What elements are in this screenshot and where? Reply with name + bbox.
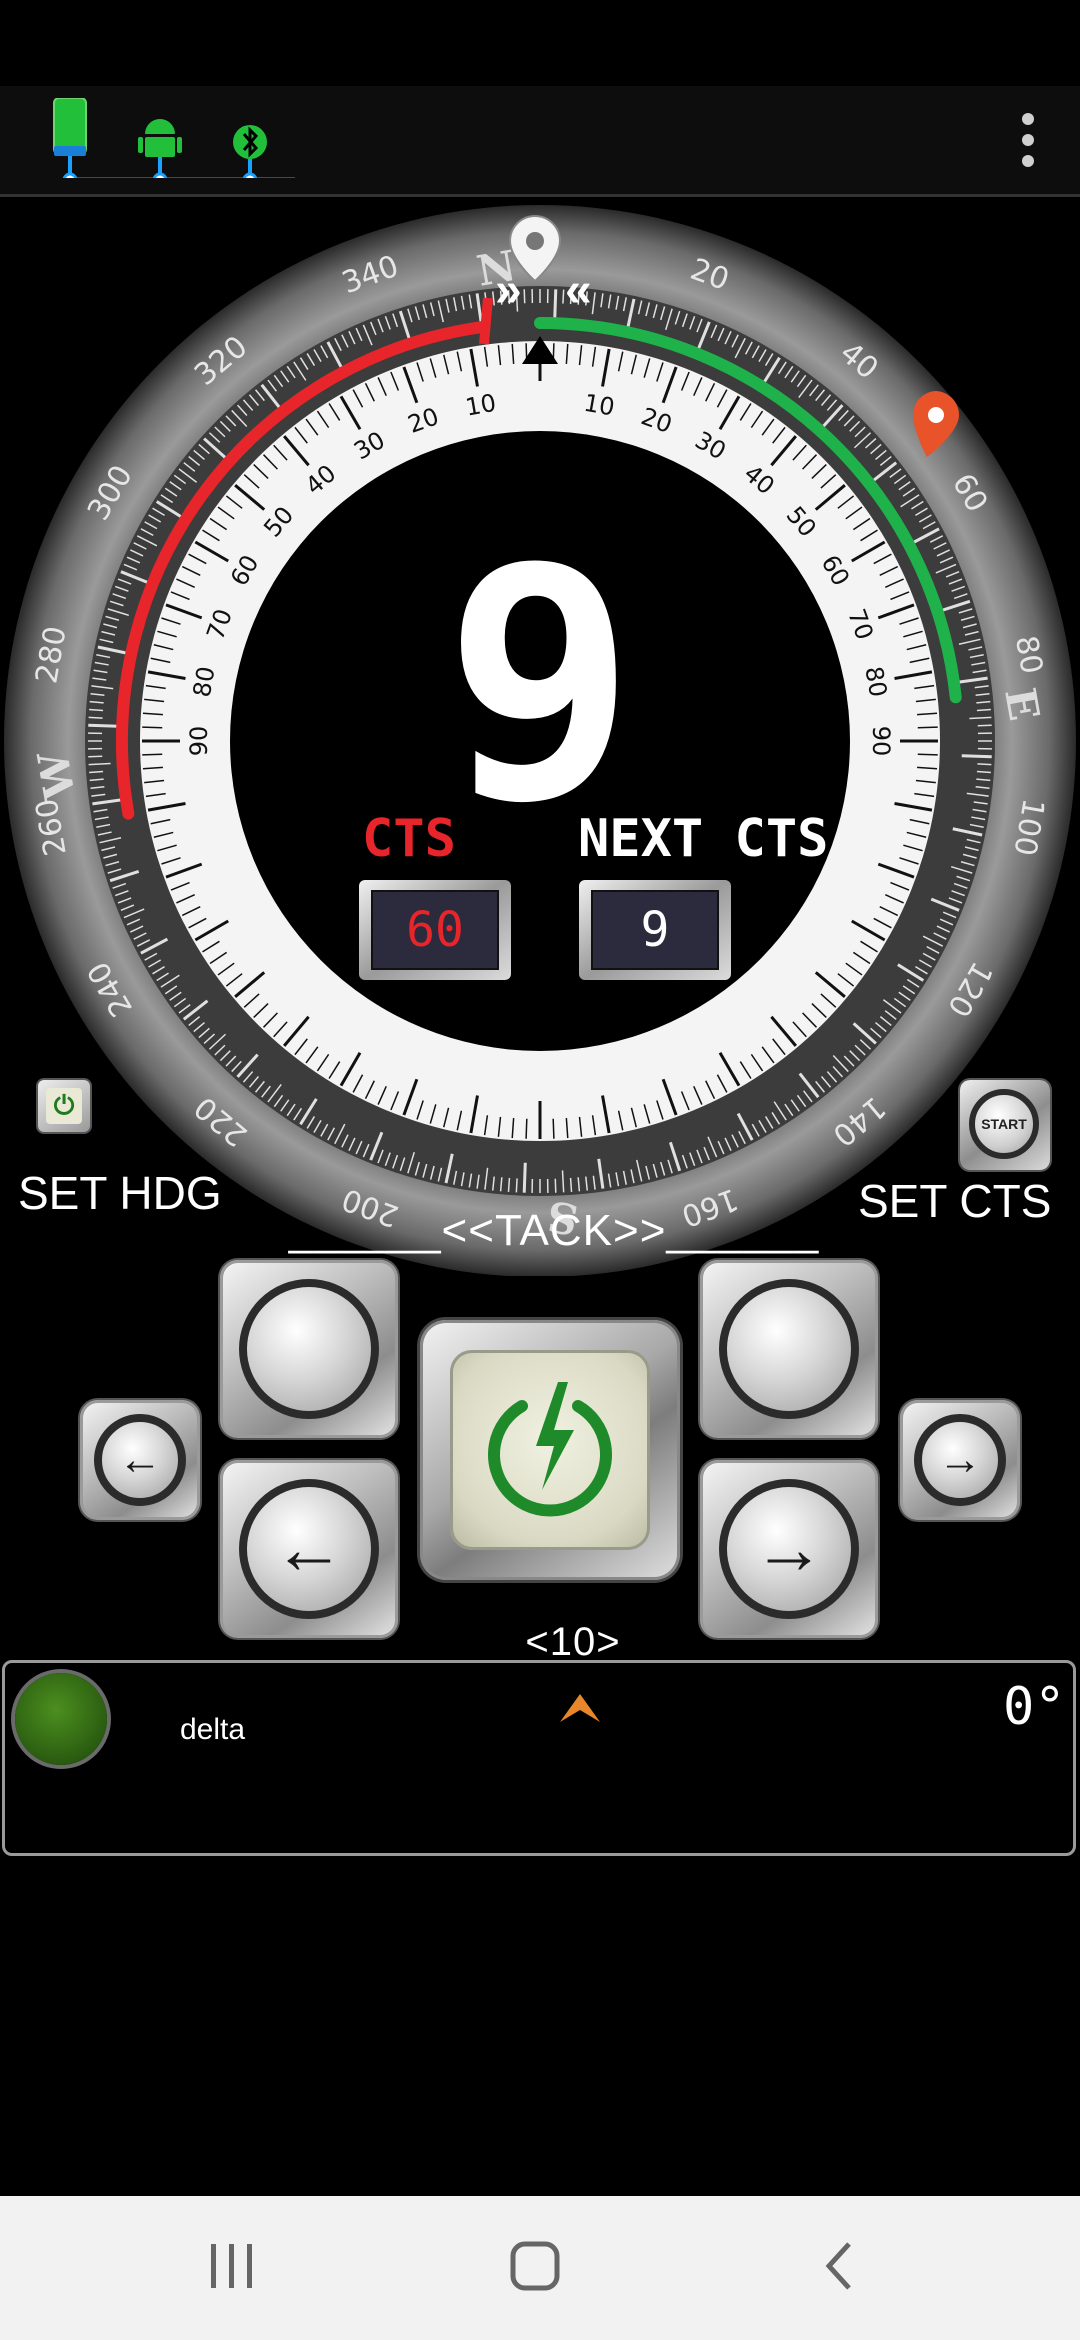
bluetooth-icon (233, 125, 267, 178)
outer-tick (976, 770, 991, 774)
cts-marker (479, 297, 493, 345)
power-button[interactable] (420, 1320, 680, 1580)
app-toolbar (0, 86, 1080, 197)
next-cts-value: 9 (591, 890, 719, 970)
inner-scale-label: 80 (188, 664, 221, 699)
arrow-left-icon: ← (273, 1509, 345, 1589)
inner-tick (552, 1118, 555, 1139)
outer-scale-label: 80 (1008, 633, 1049, 677)
outer-tick (569, 1177, 573, 1192)
cardinal-w: W (28, 747, 85, 804)
inner-tick (142, 726, 163, 729)
next-cts-label: NEXT CTS (578, 809, 828, 869)
port-1-button[interactable]: ← (80, 1400, 200, 1520)
phone-icon (53, 98, 87, 178)
start-label: START (969, 1089, 1039, 1159)
power-small-icon: ⏻ (46, 1088, 82, 1124)
inner-scale-label: 90 (185, 726, 213, 757)
recents-icon[interactable] (205, 2236, 261, 2296)
outer-tick (89, 770, 104, 774)
degree-value: 0° (1003, 1677, 1066, 1737)
step-label: _______<10>_______ (362, 1620, 784, 1664)
delta-label: delta (180, 1713, 246, 1746)
power-bolt-icon (488, 1382, 612, 1517)
cts-value-box: 60 (359, 880, 511, 980)
compass-dial: 2040608010012014016020022024026028030032… (4, 205, 1076, 1276)
home-icon[interactable] (505, 2236, 565, 2296)
next-cts-value-box: 9 (579, 880, 731, 980)
cts-value: 60 (371, 890, 499, 970)
port-10-button[interactable]: ← (220, 1460, 398, 1638)
outer-tick (976, 708, 991, 712)
port-tack-button[interactable] (220, 1260, 398, 1438)
start-button[interactable]: START (960, 1080, 1050, 1170)
outer-tick (89, 708, 104, 712)
outer-tick (553, 289, 558, 320)
outer-tick (522, 1162, 527, 1193)
chevron-up-icon (560, 1694, 600, 1722)
cts-label: CTS (362, 809, 456, 869)
inner-scale-label: 10 (582, 389, 617, 422)
inner-scale-label: 90 (867, 726, 895, 757)
system-nav-bar (0, 2196, 1080, 2340)
outer-tick (961, 754, 992, 759)
inner-tick (142, 753, 163, 756)
outer-tick (88, 716, 103, 719)
back-icon[interactable] (815, 2236, 865, 2296)
starboard-1-button[interactable]: → (900, 1400, 1020, 1520)
outer-tick (507, 1177, 511, 1192)
inner-tick (917, 726, 938, 729)
arrow-right-small-icon: → (938, 1435, 982, 1484)
tack-label: ______<<TACK>>______ (288, 1206, 820, 1255)
arrow-left-small-icon: ← (118, 1435, 162, 1484)
info-panel: delta 0° (2, 1660, 1076, 1856)
outer-tick (562, 289, 565, 304)
chevron-left-icon: « (565, 264, 592, 317)
inner-scale-label: 80 (859, 664, 892, 699)
arrow-right-icon: → (753, 1509, 825, 1589)
connection-status-icons (53, 98, 295, 178)
outer-tick (515, 1178, 518, 1193)
inner-tick (917, 753, 938, 756)
android-icon (138, 119, 182, 178)
starboard-tack-button[interactable] (700, 1260, 878, 1438)
inner-scale-label: 10 (463, 389, 498, 422)
starboard-10-button[interactable]: → (700, 1460, 878, 1638)
outer-tick (977, 763, 992, 766)
outer-tick (88, 723, 119, 728)
set-hdg-button[interactable]: ⏻ (38, 1080, 90, 1132)
more-vertical-icon[interactable] (1010, 104, 1046, 176)
chevron-right-icon: » (495, 264, 522, 317)
status-led (15, 1673, 107, 1765)
inner-tick (525, 1118, 528, 1139)
